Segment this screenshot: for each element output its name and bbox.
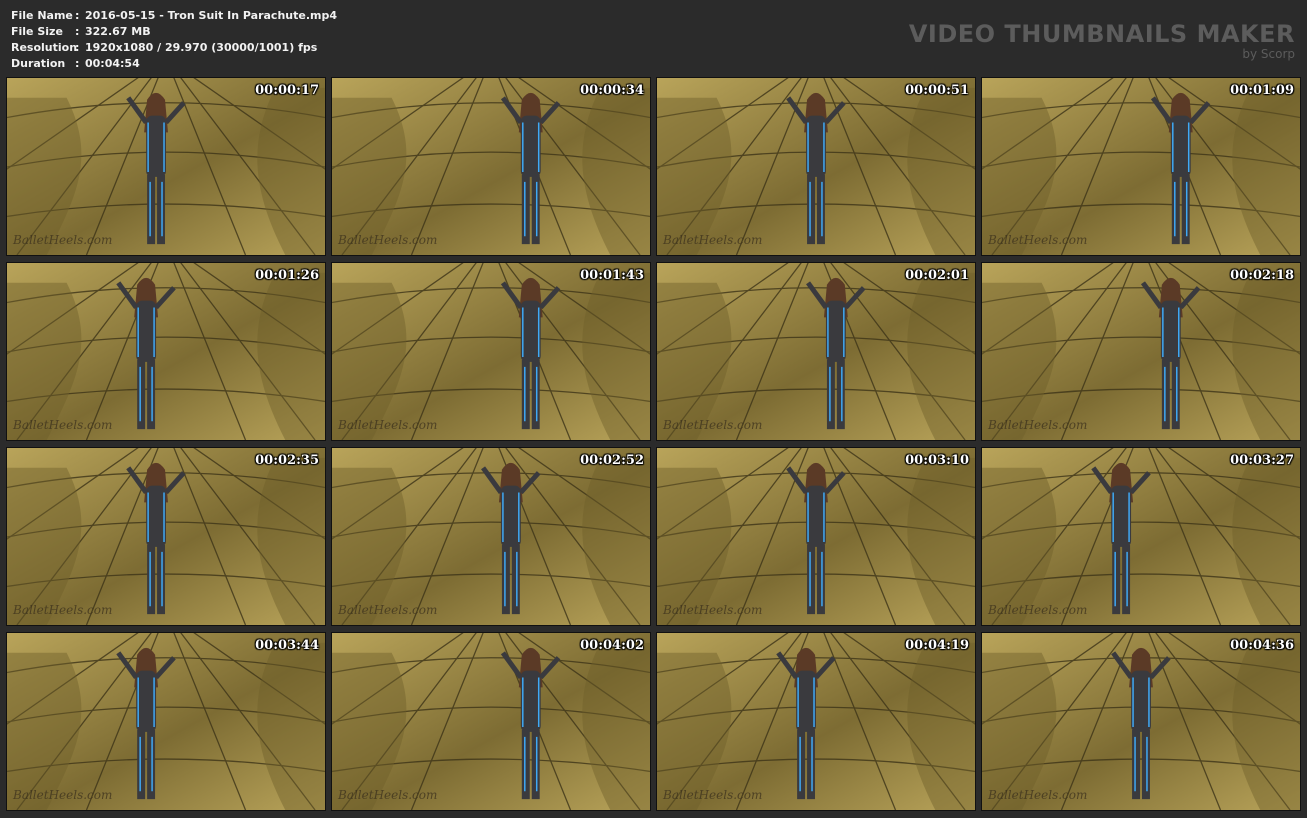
thumbnail-watermark: BalletHeels.com (338, 788, 438, 802)
duration-row: Duration : 00:04:54 (11, 56, 337, 72)
thumbnail-timestamp: 00:02:18 (1230, 268, 1294, 283)
thumbnail-watermark: BalletHeels.com (988, 233, 1088, 247)
duration-value: 00:04:54 (85, 57, 140, 70)
thumbnail-image (7, 78, 325, 255)
video-thumbnail[interactable]: 00:02:35 BalletHeels.com (6, 447, 326, 626)
brand-subtitle: by Scorp (1242, 47, 1295, 61)
resolution-value: 1920x1080 / 29.970 (30000/1001) fps (85, 41, 318, 54)
thumbnail-watermark: BalletHeels.com (13, 788, 113, 802)
thumbnail-timestamp: 00:02:52 (580, 453, 644, 468)
file-size-row: File Size : 322.67 MB (11, 24, 337, 40)
thumbnail-timestamp: 00:04:36 (1230, 638, 1294, 653)
separator: : (75, 9, 80, 22)
thumbnail-watermark: BalletHeels.com (338, 418, 438, 432)
thumbnail-timestamp: 00:04:19 (905, 638, 969, 653)
thumbnail-timestamp: 00:02:01 (905, 268, 969, 283)
resolution-row: Resolution : 1920x1080 / 29.970 (30000/1… (11, 40, 337, 56)
thumbnail-image (332, 263, 650, 440)
thumbnail-image (982, 448, 1300, 625)
thumbnail-image (982, 78, 1300, 255)
thumbnail-timestamp: 00:04:02 (580, 638, 644, 653)
thumbnail-timestamp: 00:03:10 (905, 453, 969, 468)
thumbnail-image (657, 263, 975, 440)
thumbnail-timestamp: 00:00:51 (905, 83, 969, 98)
thumbnail-grid: 00:00:17 BalletHeels.com 00:00:34 BalletHee… (6, 77, 1301, 811)
thumbnail-watermark: BalletHeels.com (338, 603, 438, 617)
video-thumbnail[interactable]: 00:02:52 BalletHeels.com (331, 447, 651, 626)
thumbnail-timestamp: 00:03:27 (1230, 453, 1294, 468)
thumbnail-watermark: BalletHeels.com (13, 418, 113, 432)
thumbnail-timestamp: 00:02:35 (255, 453, 319, 468)
duration-label: Duration (11, 57, 66, 70)
file-size-label: File Size (11, 25, 63, 38)
thumbnail-timestamp: 00:01:26 (255, 268, 319, 283)
file-size-value: 322.67 MB (85, 25, 151, 38)
thumbnail-watermark: BalletHeels.com (13, 233, 113, 247)
video-thumbnail[interactable]: 00:02:18 BalletHeels.com (981, 262, 1301, 441)
thumbnail-timestamp: 00:01:43 (580, 268, 644, 283)
thumbnail-image (657, 78, 975, 255)
separator: : (75, 25, 80, 38)
brand-title: VIDEO THUMBNAILS MAKER (908, 20, 1295, 48)
video-thumbnail[interactable]: 00:00:34 BalletHeels.com (331, 77, 651, 256)
video-thumbnail[interactable]: 00:01:43 BalletHeels.com (331, 262, 651, 441)
thumbnail-watermark: BalletHeels.com (663, 603, 763, 617)
file-name-label: File Name (11, 9, 73, 22)
thumbnail-image (657, 633, 975, 810)
thumbnail-watermark: BalletHeels.com (663, 788, 763, 802)
video-thumbnail[interactable]: 00:03:44 BalletHeels.com (6, 632, 326, 811)
thumbnail-watermark: BalletHeels.com (988, 418, 1088, 432)
video-thumbnail[interactable]: 00:02:01 BalletHeels.com (656, 262, 976, 441)
separator: : (75, 57, 80, 70)
thumbnail-timestamp: 00:00:17 (255, 83, 319, 98)
thumbnail-timestamp: 00:03:44 (255, 638, 319, 653)
file-name-row: File Name : 2016-05-15 - Tron Suit In Pa… (11, 8, 337, 24)
separator: : (75, 41, 80, 54)
thumbnail-image (982, 633, 1300, 810)
video-thumbnail[interactable]: 00:04:19 BalletHeels.com (656, 632, 976, 811)
thumbnail-watermark: BalletHeels.com (663, 418, 763, 432)
video-thumbnail[interactable]: 00:03:27 BalletHeels.com (981, 447, 1301, 626)
thumbnail-watermark: BalletHeels.com (338, 233, 438, 247)
video-thumbnail[interactable]: 00:01:09 BalletHeels.com (981, 77, 1301, 256)
thumbnail-image (657, 448, 975, 625)
thumbnail-watermark: BalletHeels.com (663, 233, 763, 247)
thumbnail-watermark: BalletHeels.com (13, 603, 113, 617)
resolution-label: Resolution (11, 41, 78, 54)
thumbnail-image (7, 263, 325, 440)
thumbnail-image (7, 448, 325, 625)
video-thumbnail[interactable]: 00:00:51 BalletHeels.com (656, 77, 976, 256)
thumbnail-timestamp: 00:01:09 (1230, 83, 1294, 98)
thumbnail-watermark: BalletHeels.com (988, 603, 1088, 617)
video-thumbnail[interactable]: 00:01:26 BalletHeels.com (6, 262, 326, 441)
thumbnail-image (332, 448, 650, 625)
video-thumbnail[interactable]: 00:00:17 BalletHeels.com (6, 77, 326, 256)
brand-logo: VIDEO THUMBNAILS MAKER by Scorp (909, 20, 1295, 60)
file-info-panel: File Name : 2016-05-15 - Tron Suit In Pa… (11, 8, 337, 72)
video-thumbnail[interactable]: 00:04:36 BalletHeels.com (981, 632, 1301, 811)
video-thumbnail[interactable]: 00:03:10 BalletHeels.com (656, 447, 976, 626)
thumbnail-timestamp: 00:00:34 (580, 83, 644, 98)
thumbnail-image (332, 633, 650, 810)
thumbnail-watermark: BalletHeels.com (988, 788, 1088, 802)
thumbnail-image (7, 633, 325, 810)
video-thumbnail[interactable]: 00:04:02 BalletHeels.com (331, 632, 651, 811)
thumbnail-image (332, 78, 650, 255)
thumbnail-image (982, 263, 1300, 440)
file-name-value: 2016-05-15 - Tron Suit In Parachute.mp4 (85, 9, 337, 22)
